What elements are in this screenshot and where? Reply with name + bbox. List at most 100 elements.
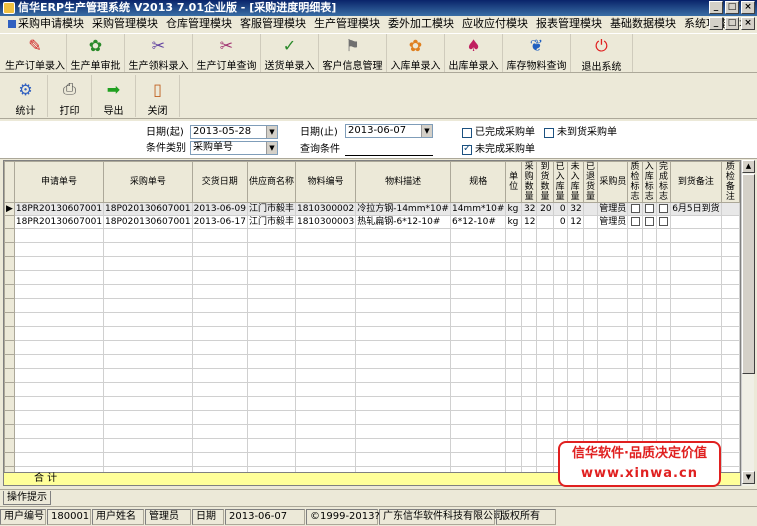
table-cell[interactable]: 18PR20130607001 xyxy=(13,215,105,229)
close-button[interactable]: × xyxy=(741,1,755,14)
toolbar-button-4[interactable]: ✓ 送货单录入 xyxy=(261,34,319,72)
column-header-5[interactable]: 物料描述 xyxy=(355,161,451,203)
column-header-8[interactable]: 采购数量 xyxy=(520,161,538,203)
menu-item-7[interactable]: 报表管理模块 xyxy=(532,16,606,32)
checkbox-icon[interactable] xyxy=(659,216,669,226)
checkbox-icon[interactable] xyxy=(630,216,640,226)
table-cell[interactable] xyxy=(627,202,643,216)
table-cell[interactable]: 1810300003 xyxy=(294,215,357,229)
toolbar-button-8[interactable]: ❦ 库存物料查询 xyxy=(503,34,571,72)
data-grid[interactable]: 申请单号 采购单号 交货日期 供应商名称 物料编号 物料描述 规格 单位 采购数量 到货数量 已入库… xyxy=(3,160,741,486)
column-header-12[interactable]: 已退货量 xyxy=(582,161,599,203)
menu-item-2[interactable]: 仓库管理模块 xyxy=(162,16,236,32)
table-cell[interactable] xyxy=(720,215,740,229)
table-cell[interactable]: kg xyxy=(505,215,522,229)
menu-item-1[interactable]: 采购管理模块 xyxy=(88,16,162,32)
table-cell[interactable]: 管理员 xyxy=(597,215,629,229)
menu-item-8[interactable]: 基础数据模块 xyxy=(606,16,680,32)
child-maximize-button[interactable]: □ xyxy=(725,17,739,30)
column-header-17[interactable]: 到货备注 xyxy=(670,161,722,203)
table-cell[interactable]: 江门市毅丰 xyxy=(246,202,296,216)
checkbox-icon[interactable] xyxy=(659,203,669,213)
table-cell[interactable]: 管理员 xyxy=(597,202,629,216)
column-header-6[interactable]: 规格 xyxy=(449,161,507,203)
table-cell[interactable]: 6月5日到货 xyxy=(670,202,722,216)
checkbox-icon[interactable] xyxy=(644,216,654,226)
toolbar-button-9[interactable]: ⏻ 退出系统 xyxy=(571,34,633,73)
action-button-0[interactable]: ⚙ 统计 xyxy=(4,75,48,117)
column-header-0[interactable]: 申请单号 xyxy=(13,161,105,203)
table-cell[interactable]: 18P020130607001 xyxy=(103,215,193,229)
child-minimize-button[interactable]: _ xyxy=(709,17,723,30)
action-button-3[interactable]: ▯ 关闭 xyxy=(136,75,180,117)
condition-type-select[interactable]: 采购单号 ▼ xyxy=(190,141,278,155)
table-row[interactable]: 18PR20130607001 18P020130607001 2013-06-17… xyxy=(4,215,740,229)
column-header-3[interactable]: 供应商名称 xyxy=(246,161,296,203)
toolbar-button-0[interactable]: ✎ 生产订单录入 xyxy=(4,34,67,72)
column-header-7[interactable]: 单位 xyxy=(505,161,522,203)
menu-item-6[interactable]: 应收应付模块 xyxy=(458,16,532,32)
action-button-1[interactable]: ⎙ 打印 xyxy=(48,75,92,117)
table-cell[interactable] xyxy=(670,215,722,229)
table-cell[interactable] xyxy=(641,215,657,229)
menu-item-4[interactable]: 生产管理模块 xyxy=(310,16,384,32)
table-cell[interactable]: 12 xyxy=(566,215,584,229)
table-cell[interactable]: 32 xyxy=(520,202,538,216)
toolbar-button-5[interactable]: ⚑ 客户信息管理 xyxy=(319,34,387,72)
table-row[interactable]: ▶ 18PR20130607001 18P020130607001 2013-06-0… xyxy=(4,202,740,216)
table-cell[interactable]: 20 xyxy=(536,202,554,216)
not-arrived-checkbox[interactable]: 未到货采购单 xyxy=(544,127,617,139)
table-cell[interactable]: kg xyxy=(505,202,522,216)
toolbar-button-3[interactable]: ✂ 生产订单查询 xyxy=(193,34,261,72)
table-cell[interactable]: 0 xyxy=(552,215,568,229)
table-cell[interactable]: 2013-06-17 xyxy=(191,215,248,229)
date-to-field[interactable]: 2013-06-07 ▼ xyxy=(345,124,433,138)
chevron-down-icon[interactable]: ▼ xyxy=(266,126,277,138)
table-cell[interactable]: 18P020130607001 xyxy=(103,202,193,216)
table-cell[interactable] xyxy=(655,215,672,229)
checkbox-icon[interactable] xyxy=(630,203,640,213)
checkbox-icon[interactable] xyxy=(644,203,654,213)
menu-item-3[interactable]: 客服管理模块 xyxy=(236,16,310,32)
table-cell[interactable]: 1810300002 xyxy=(294,202,357,216)
menu-item-0[interactable]: 采购申请模块 xyxy=(4,16,88,32)
minimize-button[interactable]: _ xyxy=(709,1,723,14)
table-cell[interactable]: 冷拉方钢-14mm*10# xyxy=(355,202,451,216)
toolbar-button-1[interactable]: ✿ 生产单审批 xyxy=(67,34,125,72)
column-header-2[interactable]: 交货日期 xyxy=(191,161,248,203)
query-condition-input[interactable] xyxy=(345,142,433,156)
table-cell[interactable]: 热轧扁钢-6*12-10# xyxy=(355,215,451,229)
column-header-13[interactable]: 采购员 xyxy=(597,161,629,203)
table-cell[interactable]: 江门市毅丰 xyxy=(246,215,296,229)
menu-item-5[interactable]: 委外加工模块 xyxy=(384,16,458,32)
maximize-button[interactable]: □ xyxy=(725,1,739,14)
column-header-4[interactable]: 物料编号 xyxy=(294,161,357,203)
vertical-scrollbar[interactable]: ▲ ▼ xyxy=(741,160,755,486)
chevron-down-icon[interactable]: ▼ xyxy=(421,125,432,137)
toolbar-button-7[interactable]: ♠ 出库单录入 xyxy=(445,34,503,72)
table-cell[interactable]: 2013-06-09 xyxy=(191,202,248,216)
table-cell[interactable]: 6*12-10# xyxy=(449,215,507,229)
checkbox-checked-icon[interactable] xyxy=(462,143,472,155)
table-cell[interactable] xyxy=(582,202,599,216)
checkbox-icon[interactable] xyxy=(462,128,472,138)
column-header-1[interactable]: 采购单号 xyxy=(103,161,193,203)
column-header-18[interactable]: 质检备注 xyxy=(720,161,740,203)
table-cell[interactable] xyxy=(655,202,672,216)
incomplete-checkbox[interactable]: 未完成采购单 xyxy=(462,143,535,156)
column-header-10[interactable]: 已入库量 xyxy=(552,161,568,203)
action-button-2[interactable]: ➡ 导出 xyxy=(92,75,136,117)
table-cell[interactable] xyxy=(641,202,657,216)
scroll-thumb[interactable] xyxy=(742,174,755,374)
toolbar-button-6[interactable]: ✿ 入库单录入 xyxy=(387,34,445,72)
column-header-16[interactable]: 完成标志 xyxy=(655,161,672,203)
column-header-9[interactable]: 到货数量 xyxy=(536,161,554,203)
toolbar-button-2[interactable]: ✂ 生产领料录入 xyxy=(125,34,193,72)
table-cell[interactable]: 14mm*10# xyxy=(449,202,507,216)
date-from-field[interactable]: 2013-05-28 ▼ xyxy=(190,125,278,139)
table-cell[interactable] xyxy=(720,202,740,216)
table-cell[interactable] xyxy=(627,215,643,229)
table-cell[interactable]: 0 xyxy=(552,202,568,216)
tab-operation-tips[interactable]: 操作提示 xyxy=(3,491,51,505)
column-header-15[interactable]: 入库标志 xyxy=(641,161,657,203)
